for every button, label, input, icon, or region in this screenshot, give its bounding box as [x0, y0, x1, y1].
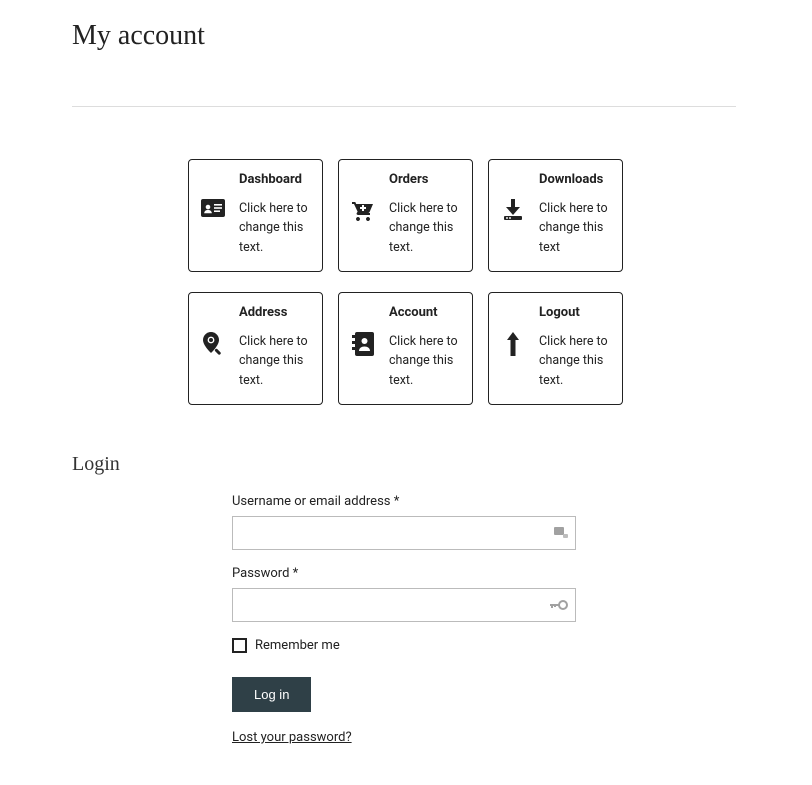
tile-title: Dashboard — [239, 172, 312, 189]
password-input[interactable] — [232, 588, 576, 622]
tile-address[interactable]: Address Click here to change this text. — [188, 292, 323, 405]
arrow-up-icon — [499, 332, 527, 356]
remember-label: Remember me — [255, 638, 340, 653]
download-icon — [499, 199, 527, 221]
login-button[interactable]: Log in — [232, 677, 311, 712]
tile-logout[interactable]: Logout Click here to change this text. — [488, 292, 623, 405]
tile-account[interactable]: Account Click here to change this text. — [338, 292, 473, 405]
checkbox-icon — [232, 638, 247, 653]
tile-desc: Click here to change this text. — [239, 332, 312, 390]
username-label: Username or email address * — [232, 494, 576, 509]
tile-desc: Click here to change this text — [539, 199, 612, 257]
username-input[interactable] — [232, 516, 576, 550]
address-book-icon — [349, 332, 377, 356]
remember-me-checkbox[interactable]: Remember me — [232, 638, 576, 653]
id-card-icon — [199, 199, 227, 217]
divider — [72, 106, 736, 107]
password-label: Password * — [232, 566, 576, 581]
tile-title: Orders — [389, 172, 462, 189]
tile-dashboard[interactable]: Dashboard Click here to change this text… — [188, 159, 323, 272]
tile-downloads[interactable]: Downloads Click here to change this text — [488, 159, 623, 272]
login-heading: Login — [72, 453, 812, 476]
lost-password-link[interactable]: Lost your password? — [232, 730, 352, 745]
tile-title: Address — [239, 305, 312, 322]
account-tiles: Dashboard Click here to change this text… — [188, 159, 812, 405]
tile-title: Logout — [539, 305, 612, 322]
tile-desc: Click here to change this text. — [539, 332, 612, 390]
tile-title: Account — [389, 305, 462, 322]
tile-orders[interactable]: Orders Click here to change this text. — [338, 159, 473, 272]
tile-desc: Click here to change this text. — [389, 199, 462, 257]
page-title: My account — [72, 20, 812, 52]
tile-desc: Click here to change this text. — [239, 199, 312, 257]
tile-title: Downloads — [539, 172, 612, 189]
cart-plus-icon — [349, 199, 377, 223]
login-form: Username or email address * Password * R… — [232, 494, 576, 745]
map-pin-search-icon — [199, 332, 227, 360]
tile-desc: Click here to change this text. — [389, 332, 462, 390]
